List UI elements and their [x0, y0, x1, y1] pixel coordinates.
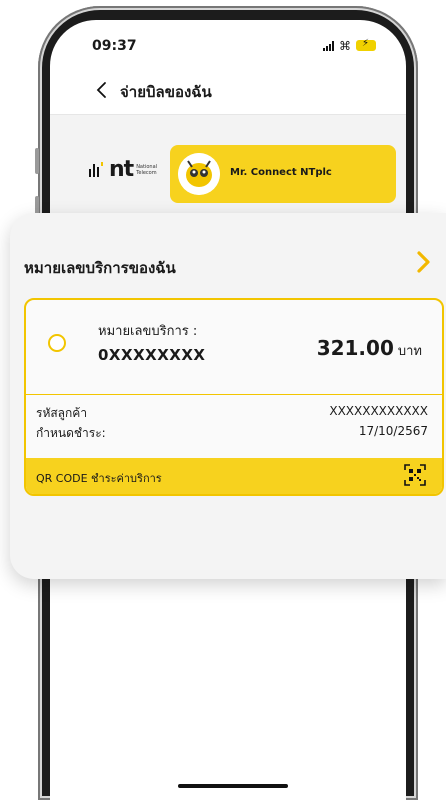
- select-radio[interactable]: [48, 334, 66, 352]
- provider-row: nt National Telecom Mr. Connect NTplc: [50, 115, 406, 225]
- section-title: หมายเลขบริการของฉัน: [24, 259, 176, 277]
- amount-group: 321.00 บาท: [317, 336, 422, 361]
- wifi-icon: ⌘: [339, 38, 351, 53]
- nt-logo-mark-icon: [89, 161, 103, 177]
- page-title: จ่ายบิลของฉัน: [120, 83, 212, 101]
- nt-logo-text: nt: [109, 157, 134, 182]
- customer-id-label: รหัสลูกค้า: [36, 406, 88, 420]
- mascot-avatar: [178, 153, 220, 195]
- account-card[interactable]: Mr. Connect NTplc: [170, 145, 396, 203]
- currency-label: บาท: [397, 344, 422, 359]
- customer-id-value: XXXXXXXXXXXX: [329, 404, 428, 418]
- service-number-label: หมายเลขบริการ :: [98, 324, 198, 339]
- account-name: Mr. Connect NTplc: [230, 167, 332, 178]
- status-time: 09:37: [92, 38, 137, 54]
- back-chevron-icon[interactable]: [92, 80, 112, 100]
- nt-logo: nt National Telecom: [88, 157, 157, 182]
- divider: [26, 394, 442, 395]
- my-services-card: หมายเลขบริการของฉัน หมายเลขบริการ : 0XXX…: [10, 213, 446, 579]
- qr-code-icon[interactable]: [404, 464, 426, 486]
- due-date-value: 17/10/2567: [358, 424, 428, 438]
- phone-side-button: [35, 148, 39, 174]
- status-icons: ⌘ ⚡: [323, 38, 376, 53]
- home-indicator: [178, 784, 288, 788]
- battery-icon: ⚡: [356, 38, 376, 51]
- service-number: 0XXXXXXXX: [98, 346, 206, 364]
- signal-icon: [323, 40, 334, 51]
- app-header: จ่ายบิลของฉัน: [50, 66, 406, 115]
- chevron-right-icon[interactable]: [412, 249, 434, 275]
- amount-value: 321.00: [316, 336, 394, 360]
- qr-payment-bar[interactable]: QR CODE ชำระค่าบริการ: [26, 458, 442, 494]
- bill-card[interactable]: หมายเลขบริการ : 0XXXXXXXX 321.00 บาท รหั…: [24, 298, 444, 496]
- qr-payment-label: QR CODE ชำระค่าบริการ: [36, 472, 162, 485]
- nt-logo-subtitle: National Telecom: [136, 163, 158, 176]
- due-date-label: กำหนดชำระ:: [36, 426, 106, 440]
- status-bar: 09:37 ⌘ ⚡: [50, 20, 406, 66]
